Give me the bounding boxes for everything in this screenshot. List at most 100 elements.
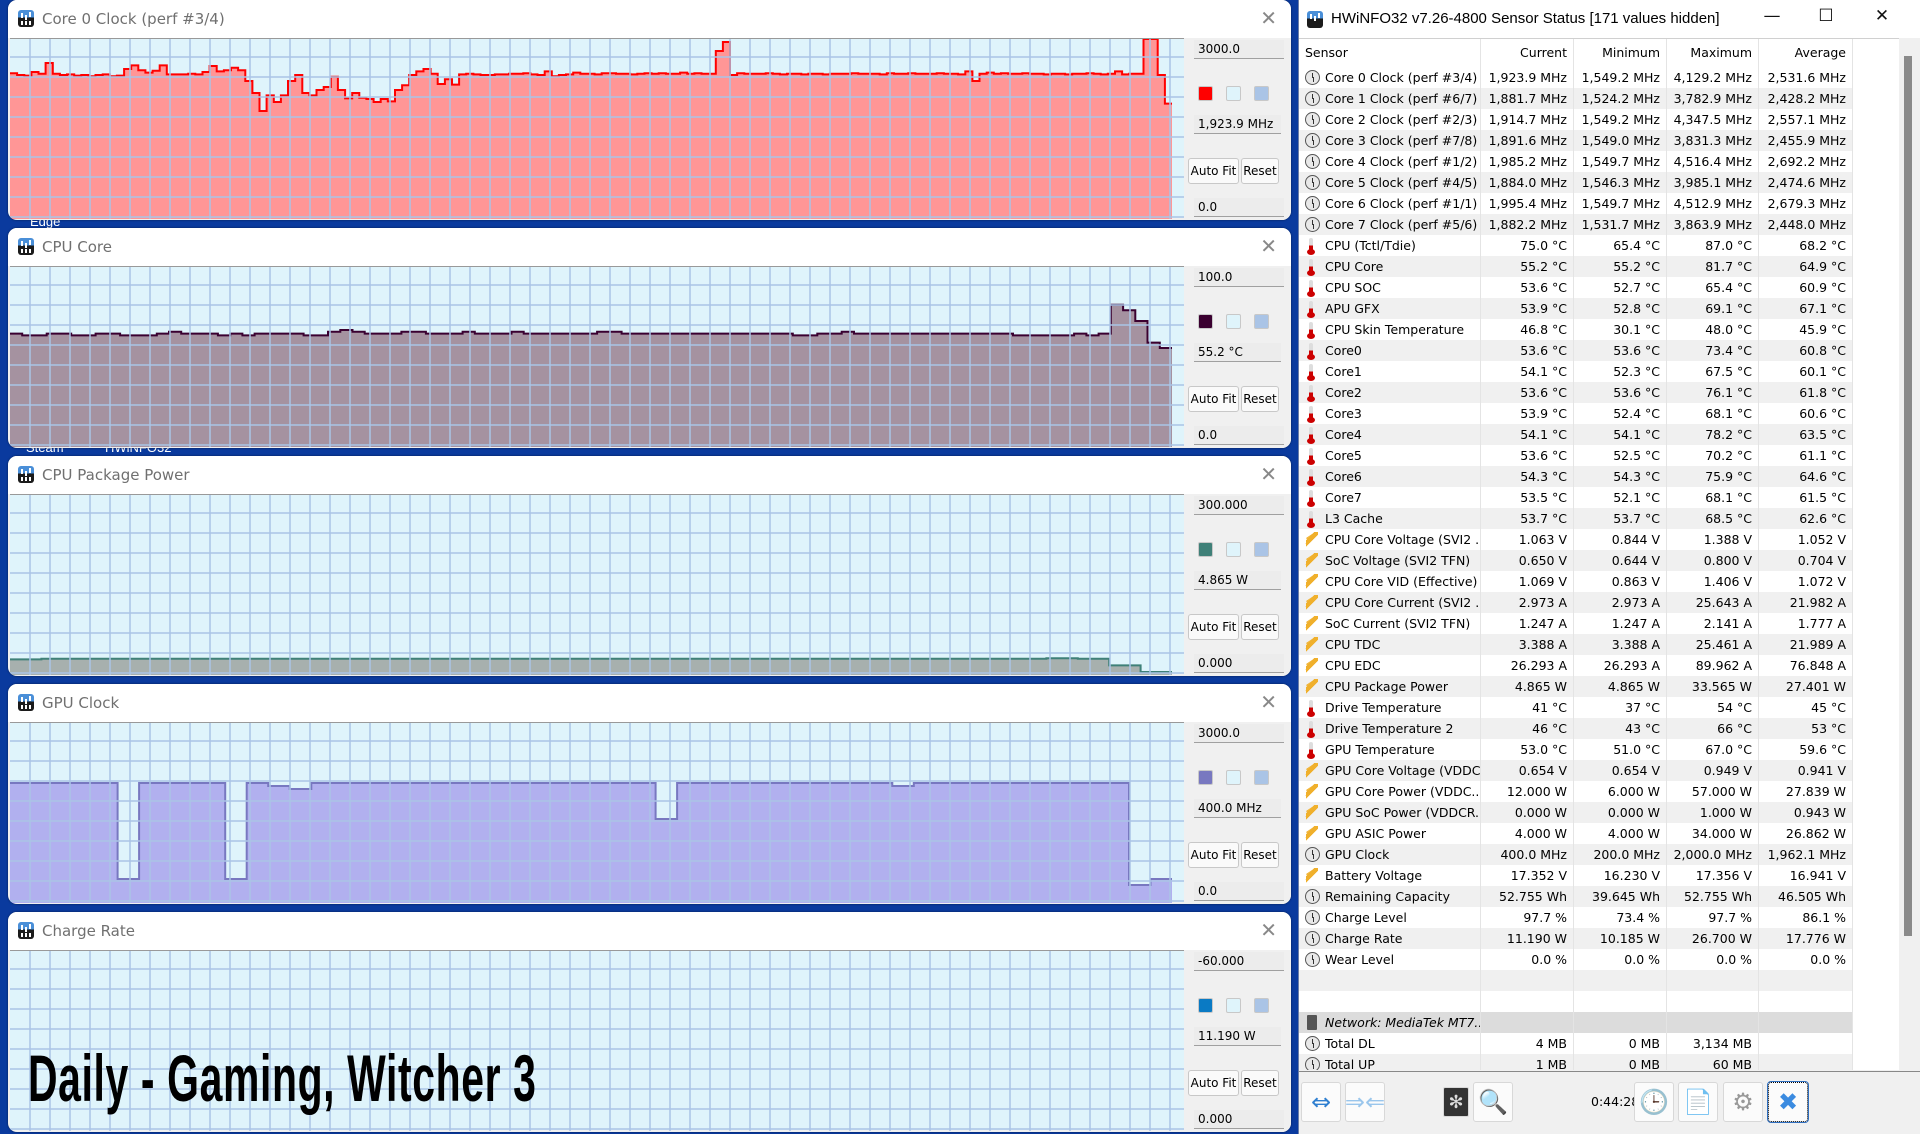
- table-row[interactable]: Drive Temperature 2 46 °C 43 °C 66 °C 53 °C: [1299, 718, 1897, 739]
- graph-max-value[interactable]: 3000.0: [1194, 724, 1284, 743]
- table-row[interactable]: CPU EDC26.293 A26.293 A89.962 A76.848 A: [1299, 655, 1897, 676]
- table-row[interactable]: APU GFX 53.9 °C 52.8 °C 69.1 °C 67.1 °C: [1299, 298, 1897, 319]
- graph-titlebar[interactable]: CPU Package Power ✕: [8, 456, 1291, 494]
- line-color-swatch[interactable]: [1198, 998, 1213, 1013]
- reset-button[interactable]: Reset: [1241, 386, 1279, 412]
- graph-max-value[interactable]: 300.000: [1194, 496, 1284, 515]
- minimize-button[interactable]: —: [1752, 6, 1792, 26]
- column-header-average[interactable]: Average: [1759, 39, 1853, 67]
- close-icon[interactable]: ✕: [1260, 918, 1277, 942]
- graph-titlebar[interactable]: Charge Rate ✕: [8, 912, 1291, 950]
- table-row[interactable]: SoC Current (SVI2 TFN)1.247 A1.247 A2.14…: [1299, 613, 1897, 634]
- line-color-swatch[interactable]: [1198, 542, 1213, 557]
- grid-color-swatch[interactable]: [1254, 770, 1269, 785]
- background-color-swatch[interactable]: [1226, 770, 1241, 785]
- table-row[interactable]: SoC Voltage (SVI2 TFN) 0.650 V0.644 V0.80…: [1299, 550, 1897, 571]
- reset-button[interactable]: Reset: [1241, 158, 1279, 184]
- table-row[interactable]: Core6 54.3 °C 54.3 °C 75.9 °C 64.6 °C: [1299, 466, 1897, 487]
- table-row[interactable]: CPU Core VID (Effective)1.069 V0.863 V1.…: [1299, 571, 1897, 592]
- graph-min-value[interactable]: 0.000: [1194, 654, 1284, 673]
- column-header-maximum[interactable]: Maximum: [1667, 39, 1759, 67]
- table-row[interactable]: GPU SoC Power (VDDCR...0.000 W0.000 W1.0…: [1299, 802, 1897, 823]
- reset-button[interactable]: Reset: [1241, 614, 1279, 640]
- auto-fit-button[interactable]: Auto Fit: [1188, 842, 1239, 868]
- graph-max-value[interactable]: 100.0: [1194, 268, 1284, 287]
- graph-min-value[interactable]: 0.0: [1194, 198, 1284, 217]
- table-row[interactable]: GPU Clock 400.0 MHz 200.0 MHz 2,000.0 MHz 1,…: [1299, 844, 1897, 865]
- reset-button[interactable]: Reset: [1241, 842, 1279, 868]
- table-row[interactable]: GPU Core Power (VDDC...12.000 W6.000 W57…: [1299, 781, 1897, 802]
- background-color-swatch[interactable]: [1226, 86, 1241, 101]
- table-row[interactable]: Total UP 1 MB 0 MB 60 MB: [1299, 1054, 1897, 1070]
- scrollbar-thumb[interactable]: [1904, 56, 1912, 936]
- grid-color-swatch[interactable]: [1254, 998, 1269, 1013]
- table-group-row[interactable]: Network: MediaTek MT7...: [1299, 1012, 1897, 1033]
- reset-button[interactable]: Reset: [1241, 1070, 1279, 1096]
- reset-timer-button[interactable]: 🕒: [1634, 1082, 1674, 1122]
- sensor-window-titlebar[interactable]: HWiNFO32 v7.26-4800 Sensor Status [171 v…: [1299, 0, 1920, 38]
- auto-fit-button[interactable]: Auto Fit: [1188, 386, 1239, 412]
- grid-color-swatch[interactable]: [1254, 86, 1269, 101]
- graph-min-value[interactable]: 0.0: [1194, 426, 1284, 445]
- maximize-button[interactable]: ☐: [1806, 6, 1846, 26]
- table-row[interactable]: Charge Rate 11.190 W 10.185 W 26.700 W 17.77…: [1299, 928, 1897, 949]
- close-button[interactable]: ✕: [1862, 6, 1902, 26]
- table-row[interactable]: CPU SOC 53.6 °C 52.7 °C 65.4 °C 60.9 °C: [1299, 277, 1897, 298]
- table-row[interactable]: Core 1 Clock (perf #6/7) 1,881.7 MHz 1,524…: [1299, 88, 1897, 109]
- close-icon[interactable]: ✕: [1260, 690, 1277, 714]
- table-row[interactable]: Core 7 Clock (perf #5/6) 1,882.2 MHz 1,531…: [1299, 214, 1897, 235]
- expand-columns-button[interactable]: ⇔: [1301, 1082, 1341, 1122]
- line-color-swatch[interactable]: [1198, 86, 1213, 101]
- table-row[interactable]: CPU Core Voltage (SVI2 ...1.063 V0.844 V…: [1299, 529, 1897, 550]
- auto-fit-button[interactable]: Auto Fit: [1188, 158, 1239, 184]
- table-row[interactable]: CPU TDC3.388 A3.388 A25.461 A21.989 A: [1299, 634, 1897, 655]
- table-row[interactable]: Charge Level 97.7 % 73.4 % 97.7 % 86.1 %: [1299, 907, 1897, 928]
- table-row[interactable]: Remaining Capacity 52.755 Wh 39.645 Wh 52.7…: [1299, 886, 1897, 907]
- background-color-swatch[interactable]: [1226, 998, 1241, 1013]
- column-header-current[interactable]: Current: [1481, 39, 1574, 67]
- graph-min-value[interactable]: 0.000: [1194, 1110, 1284, 1129]
- table-row[interactable]: CPU Core 55.2 °C 55.2 °C 81.7 °C 64.9 °C: [1299, 256, 1897, 277]
- table-row[interactable]: CPU (Tctl/Tdie) 75.0 °C 65.4 °C 87.0 °C 68.2…: [1299, 235, 1897, 256]
- close-icon[interactable]: ✕: [1260, 234, 1277, 258]
- table-row[interactable]: Core2 53.6 °C 53.6 °C 76.1 °C 61.8 °C: [1299, 382, 1897, 403]
- graph-max-value[interactable]: -60.000: [1194, 952, 1284, 971]
- fan-control-button[interactable]: ✻: [1443, 1087, 1469, 1117]
- close-sensors-button[interactable]: ✖: [1767, 1081, 1809, 1123]
- table-row[interactable]: CPU Skin Temperature 46.8 °C 30.1 °C 48.0 °…: [1299, 319, 1897, 340]
- table-row[interactable]: Wear Level 0.0 % 0.0 % 0.0 % 0.0 %: [1299, 949, 1897, 970]
- graph-titlebar[interactable]: GPU Clock ✕: [8, 684, 1291, 722]
- collapse-columns-button[interactable]: ⇒⇐: [1345, 1082, 1385, 1122]
- table-row[interactable]: Core5 53.6 °C 52.5 °C 70.2 °C 61.1 °C: [1299, 445, 1897, 466]
- table-row[interactable]: Core1 54.1 °C 52.3 °C 67.5 °C 60.1 °C: [1299, 361, 1897, 382]
- logging-button[interactable]: 📄: [1678, 1082, 1718, 1122]
- table-row[interactable]: Core 0 Clock (perf #3/4) 1,923.9 MHz 1,549…: [1299, 67, 1897, 88]
- table-row[interactable]: Core4 54.1 °C 54.1 °C 78.2 °C 63.5 °C: [1299, 424, 1897, 445]
- table-row[interactable]: Total DL 4 MB 0 MB 3,134 MB: [1299, 1033, 1897, 1054]
- background-color-swatch[interactable]: [1226, 314, 1241, 329]
- table-row[interactable]: Core 6 Clock (perf #1/1) 1,995.4 MHz 1,549…: [1299, 193, 1897, 214]
- close-icon[interactable]: ✕: [1260, 6, 1277, 30]
- settings-button[interactable]: ⚙: [1723, 1082, 1763, 1122]
- table-row[interactable]: GPU Core Voltage (VDDC...0.654 V0.654 V0…: [1299, 760, 1897, 781]
- vertical-scrollbar[interactable]: [1899, 38, 1919, 1070]
- table-row[interactable]: Core 3 Clock (perf #7/8) 1,891.6 MHz 1,549…: [1299, 130, 1897, 151]
- table-row[interactable]: Core3 53.9 °C 52.4 °C 68.1 °C 60.6 °C: [1299, 403, 1897, 424]
- table-row[interactable]: Core 2 Clock (perf #2/3) 1,914.7 MHz 1,549…: [1299, 109, 1897, 130]
- table-row[interactable]: CPU Package Power4.865 W4.865 W33.565 W2…: [1299, 676, 1897, 697]
- line-color-swatch[interactable]: [1198, 770, 1213, 785]
- graph-titlebar[interactable]: Core 0 Clock (perf #3/4) ✕: [8, 0, 1291, 38]
- line-color-swatch[interactable]: [1198, 314, 1213, 329]
- graph-max-value[interactable]: 3000.0: [1194, 40, 1284, 59]
- table-row[interactable]: Core7 53.5 °C 52.1 °C 68.1 °C 61.5 °C: [1299, 487, 1897, 508]
- grid-color-swatch[interactable]: [1254, 542, 1269, 557]
- table-row[interactable]: Drive Temperature 41 °C 37 °C 54 °C 45 °C: [1299, 697, 1897, 718]
- table-row[interactable]: Battery Voltage 17.352 V16.230 V17.356 V1…: [1299, 865, 1897, 886]
- auto-fit-button[interactable]: Auto Fit: [1188, 1070, 1239, 1096]
- table-row[interactable]: L3 Cache 53.7 °C 53.7 °C 68.5 °C 62.6 °C: [1299, 508, 1897, 529]
- table-row[interactable]: CPU Core Current (SVI2 ...2.973 A2.973 A…: [1299, 592, 1897, 613]
- graph-min-value[interactable]: 0.0: [1194, 882, 1284, 901]
- table-row[interactable]: GPU Temperature 53.0 °C 51.0 °C 67.0 °C 59.6…: [1299, 739, 1897, 760]
- column-header-sensor[interactable]: Sensor: [1299, 39, 1481, 67]
- close-icon[interactable]: ✕: [1260, 462, 1277, 486]
